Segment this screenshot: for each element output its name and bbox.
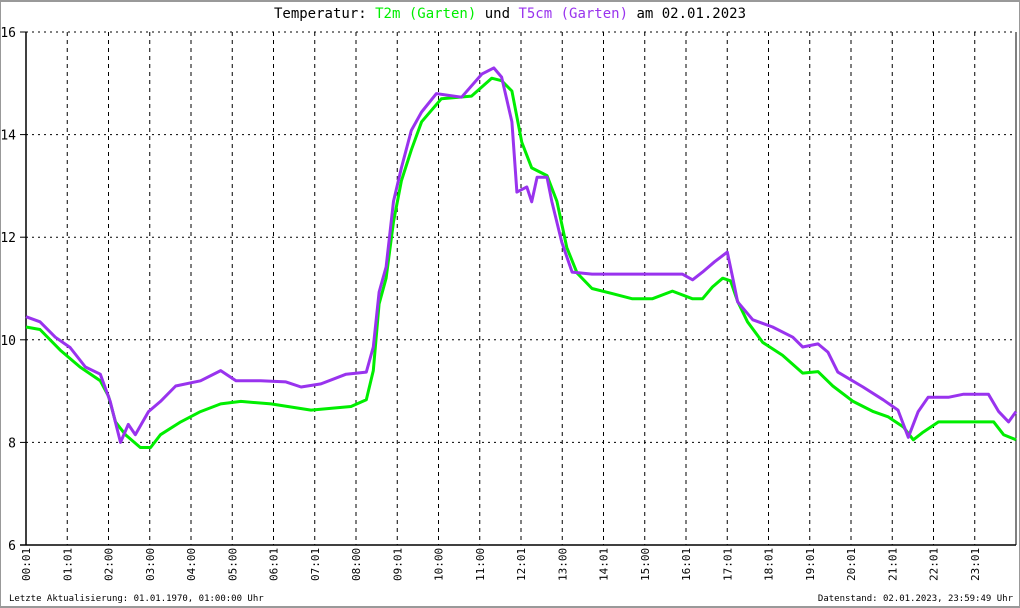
x-tick-label: 14:01	[598, 548, 611, 581]
x-tick-label: 21:01	[886, 548, 899, 581]
x-tick-label: 13:00	[556, 548, 569, 581]
x-tick-label: 10:00	[433, 548, 446, 581]
x-tick-label: 12:01	[515, 548, 528, 581]
x-tick-label: 03:00	[144, 548, 157, 581]
data-timestamp-text: Datenstand: 02.01.2023, 23:59:49 Uhr	[817, 594, 1013, 604]
x-tick-label: 04:00	[185, 548, 198, 581]
x-tick-label: 00:01	[20, 548, 33, 581]
y-tick-label: 16	[1, 26, 16, 41]
x-tick-label: 16:01	[680, 548, 693, 581]
x-tick-label: 06:01	[268, 548, 281, 581]
y-tick-label: 12	[1, 231, 16, 246]
last-update-text: Letzte Aktualisierung: 01.01.1970, 01:00…	[9, 594, 264, 604]
y-tick-label: 10	[1, 334, 16, 349]
x-tick-label: 18:01	[763, 548, 776, 581]
chart-window: Temperatur: T2m (Garten) und T5cm (Garte…	[0, 0, 1020, 608]
x-tick-label: 19:01	[804, 548, 817, 581]
x-tick-label: 15:00	[639, 548, 652, 581]
y-tick-label: 14	[1, 129, 16, 144]
x-tick-label: 11:00	[474, 548, 487, 581]
x-tick-label: 08:00	[350, 548, 363, 581]
x-tick-label: 01:01	[61, 548, 74, 581]
x-tick-label: 09:01	[391, 548, 404, 581]
x-tick-label: 07:01	[309, 548, 322, 581]
x-tick-label: 02:00	[103, 548, 116, 581]
x-tick-label: 17:01	[721, 548, 734, 581]
x-tick-label: 20:01	[845, 548, 858, 581]
chart-plot: 00:01 01:01 02:00 03:00 04:00 05:00 06:01 07:01…	[1, 26, 1018, 581]
x-tick-label: 23:01	[969, 548, 982, 581]
y-tick-label: 6	[8, 539, 16, 554]
x-tick-label: 22:01	[928, 548, 941, 581]
x-tick-label: 05:00	[226, 548, 239, 581]
y-tick-label: 8	[8, 436, 16, 451]
